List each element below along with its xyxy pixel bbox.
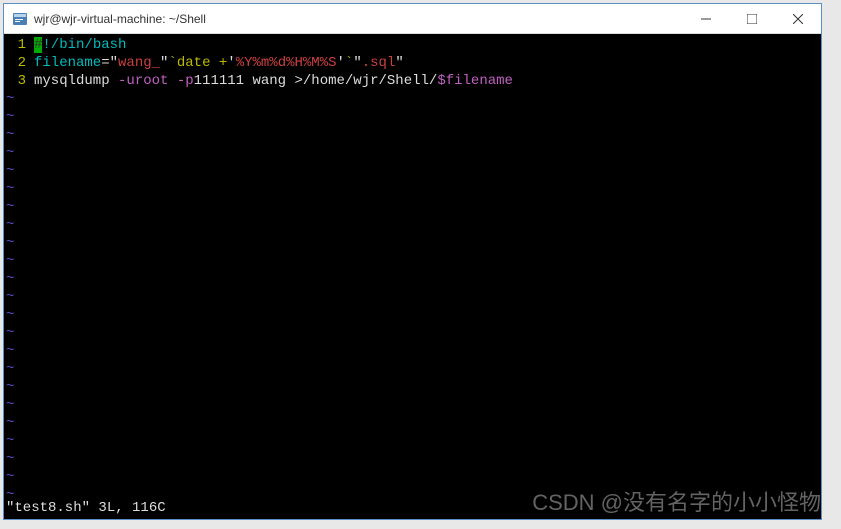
- tilde-marker: ~: [6, 468, 14, 486]
- empty-line: ~: [6, 378, 819, 396]
- tilde-marker: ~: [6, 360, 14, 378]
- empty-line: ~: [6, 216, 819, 234]
- vim-status: "test8.sh" 3L, 116C: [6, 499, 166, 517]
- window-controls: [683, 4, 821, 34]
- titlebar[interactable]: wjr@wjr-virtual-machine: ~/Shell: [4, 4, 821, 34]
- code-line: 1 #!/bin/bash: [6, 36, 819, 54]
- empty-line: ~: [6, 108, 819, 126]
- tilde-marker: ~: [6, 270, 14, 288]
- tilde-marker: ~: [6, 90, 14, 108]
- empty-line: ~: [6, 342, 819, 360]
- tilde-marker: ~: [6, 288, 14, 306]
- minimize-icon: [701, 14, 711, 24]
- empty-line: ~: [6, 450, 819, 468]
- close-icon: [793, 14, 803, 24]
- empty-line: ~: [6, 468, 819, 486]
- terminal-window: wjr@wjr-virtual-machine: ~/Shell 1 #!/bi…: [3, 3, 822, 520]
- empty-line: ~: [6, 180, 819, 198]
- empty-line: ~: [6, 414, 819, 432]
- terminal-content[interactable]: 1 #!/bin/bash 2 filename="wang_"`date +'…: [4, 34, 821, 519]
- tilde-marker: ~: [6, 432, 14, 450]
- tilde-marker: ~: [6, 306, 14, 324]
- tilde-marker: ~: [6, 216, 14, 234]
- line-number: 1: [6, 36, 34, 54]
- tilde-marker: ~: [6, 180, 14, 198]
- minimize-button[interactable]: [683, 4, 729, 34]
- tilde-marker: ~: [6, 126, 14, 144]
- empty-line: ~: [6, 270, 819, 288]
- tilde-marker: ~: [6, 162, 14, 180]
- empty-line: ~: [6, 234, 819, 252]
- line-number: 2: [6, 54, 34, 72]
- tilde-marker: ~: [6, 342, 14, 360]
- empty-line: ~: [6, 252, 819, 270]
- close-button[interactable]: [775, 4, 821, 34]
- line-number: 3: [6, 72, 34, 90]
- empty-line: ~: [6, 198, 819, 216]
- empty-line: ~: [6, 126, 819, 144]
- empty-line: ~: [6, 144, 819, 162]
- tilde-marker: ~: [6, 378, 14, 396]
- empty-line: ~: [6, 306, 819, 324]
- tilde-marker: ~: [6, 234, 14, 252]
- tilde-marker: ~: [6, 198, 14, 216]
- empty-line: ~: [6, 360, 819, 378]
- empty-line: ~: [6, 324, 819, 342]
- empty-line: ~: [6, 432, 819, 450]
- tilde-marker: ~: [6, 144, 14, 162]
- maximize-icon: [747, 14, 757, 24]
- empty-line: ~: [6, 90, 819, 108]
- empty-line: ~: [6, 396, 819, 414]
- code-line: 3 mysqldump -uroot -p111111 wang >/home/…: [6, 72, 819, 90]
- tilde-marker: ~: [6, 108, 14, 126]
- tilde-marker: ~: [6, 450, 14, 468]
- window-title: wjr@wjr-virtual-machine: ~/Shell: [34, 12, 683, 26]
- tilde-marker: ~: [6, 396, 14, 414]
- code-line: 2 filename="wang_"`date +'%Y%m%d%H%M%S'`…: [6, 54, 819, 72]
- empty-line: ~: [6, 162, 819, 180]
- tilde-marker: ~: [6, 414, 14, 432]
- tilde-marker: ~: [6, 324, 14, 342]
- empty-line: ~: [6, 288, 819, 306]
- tilde-marker: ~: [6, 252, 14, 270]
- app-icon: [12, 11, 28, 27]
- maximize-button[interactable]: [729, 4, 775, 34]
